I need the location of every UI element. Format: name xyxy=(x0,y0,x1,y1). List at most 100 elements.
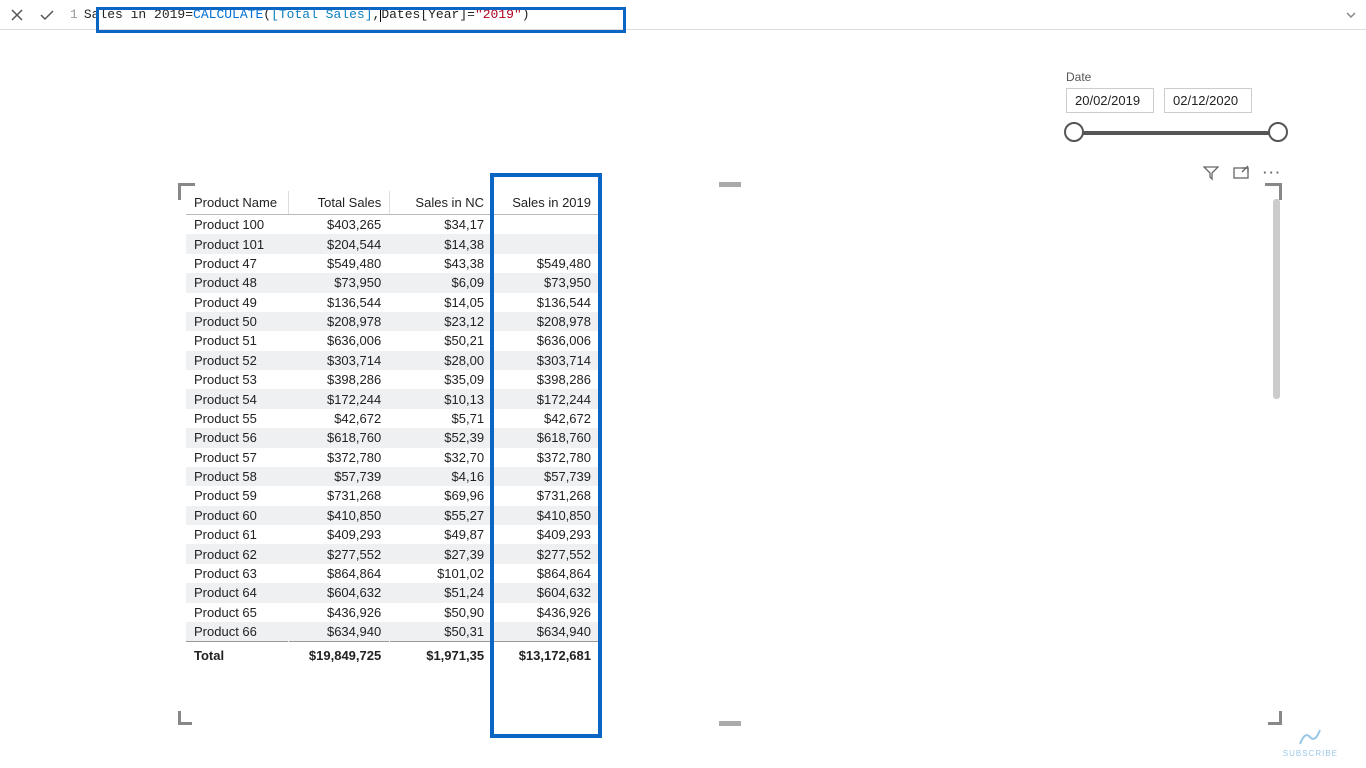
table-row[interactable]: Product 63$864,864$101,02$864,864 xyxy=(186,564,600,583)
table-row[interactable]: Product 61$409,293$49,87$409,293 xyxy=(186,525,600,544)
resize-handle-bottom[interactable] xyxy=(719,721,741,726)
cell-total: $208,978 xyxy=(289,312,390,331)
cell-product: Product 57 xyxy=(186,448,289,467)
slicer-start-date-input[interactable]: 20/02/2019 xyxy=(1066,88,1154,113)
cell-product: Product 51 xyxy=(186,331,289,350)
cell-2019 xyxy=(493,215,600,235)
cell-2019 xyxy=(493,234,600,253)
cell-2019: $410,850 xyxy=(493,506,600,525)
cell-nc: $10,13 xyxy=(390,389,493,408)
date-slider-handle-start[interactable] xyxy=(1064,122,1084,142)
subscribe-watermark: SUBSCRIBE xyxy=(1283,727,1338,758)
table-row[interactable]: Product 59$731,268$69,96$731,268 xyxy=(186,486,600,505)
data-table: Product Name Total Sales Sales in NC Sal… xyxy=(186,191,600,669)
cell-nc: $34,17 xyxy=(390,215,493,235)
cell-product: Product 101 xyxy=(186,234,289,253)
cell-2019: $42,672 xyxy=(493,409,600,428)
col-header-sales-nc[interactable]: Sales in NC xyxy=(390,191,493,215)
cell-total: $42,672 xyxy=(289,409,390,428)
col-header-product[interactable]: Product Name xyxy=(186,191,289,215)
table-row[interactable]: Product 49$136,544$14,05$136,544 xyxy=(186,293,600,312)
table-row[interactable]: Product 65$436,926$50,90$436,926 xyxy=(186,603,600,622)
cell-2019: $604,632 xyxy=(493,583,600,602)
table-row[interactable]: Product 47$549,480$43,38$549,480 xyxy=(186,254,600,273)
table-row[interactable]: Product 64$604,632$51,24$604,632 xyxy=(186,583,600,602)
vertical-scrollbar[interactable] xyxy=(1273,199,1280,399)
table-row[interactable]: Product 56$618,760$52,39$618,760 xyxy=(186,428,600,447)
slicer-end-date-input[interactable]: 02/12/2020 xyxy=(1164,88,1252,113)
focus-mode-icon[interactable] xyxy=(1233,165,1249,184)
table-row[interactable]: Product 62$277,552$27,39$277,552 xyxy=(186,544,600,563)
table-row[interactable]: Product 48$73,950$6,09$73,950 xyxy=(186,273,600,292)
formula-line-number: 1 xyxy=(70,7,78,22)
cell-nc: $4,16 xyxy=(390,467,493,486)
cell-nc: $14,38 xyxy=(390,234,493,253)
cell-2019: $57,739 xyxy=(493,467,600,486)
table-row[interactable]: Product 60$410,850$55,27$410,850 xyxy=(186,506,600,525)
cell-product: Product 50 xyxy=(186,312,289,331)
cell-2019: $409,293 xyxy=(493,525,600,544)
cell-product: Product 52 xyxy=(186,351,289,370)
cell-2019: $636,006 xyxy=(493,331,600,350)
table-row[interactable]: Product 53$398,286$35,09$398,286 xyxy=(186,370,600,389)
table-row[interactable]: Product 50$208,978$23,12$208,978 xyxy=(186,312,600,331)
table-row[interactable]: Product 58$57,739$4,16$57,739 xyxy=(186,467,600,486)
cell-nc: $43,38 xyxy=(390,254,493,273)
more-options-icon[interactable]: ··· xyxy=(1263,165,1282,184)
totals-nc: $1,971,35 xyxy=(390,642,493,670)
table-visual[interactable]: Product Name Total Sales Sales in NC Sal… xyxy=(180,185,1280,723)
cancel-formula-button[interactable] xyxy=(6,4,28,26)
table-row[interactable]: Product 100$403,265$34,17 xyxy=(186,215,600,235)
cell-2019: $372,780 xyxy=(493,448,600,467)
formula-input[interactable]: 1 Sales in 2019 = CALCULATE ( [Total Sal… xyxy=(66,3,1334,27)
slicer-field-label: Date xyxy=(1066,70,1286,84)
col-header-total-sales[interactable]: Total Sales xyxy=(289,191,390,215)
cell-product: Product 48 xyxy=(186,273,289,292)
table-row[interactable]: Product 101$204,544$14,38 xyxy=(186,234,600,253)
cell-total: $636,006 xyxy=(289,331,390,350)
resize-handle-top[interactable] xyxy=(719,182,741,187)
expand-formula-button[interactable] xyxy=(1342,9,1360,21)
filter-icon[interactable] xyxy=(1203,165,1219,184)
cell-total: $398,286 xyxy=(289,370,390,389)
date-slider-track[interactable] xyxy=(1074,131,1278,135)
cell-total: $73,950 xyxy=(289,273,390,292)
date-slider-handle-end[interactable] xyxy=(1268,122,1288,142)
table-row[interactable]: Product 51$636,006$50,21$636,006 xyxy=(186,331,600,350)
cell-2019: $277,552 xyxy=(493,544,600,563)
cell-nc: $50,31 xyxy=(390,622,493,642)
table-row[interactable]: Product 57$372,780$32,70$372,780 xyxy=(186,448,600,467)
cell-product: Product 64 xyxy=(186,583,289,602)
cell-2019: $634,940 xyxy=(493,622,600,642)
cell-product: Product 47 xyxy=(186,254,289,273)
cell-product: Product 100 xyxy=(186,215,289,235)
cell-2019: $303,714 xyxy=(493,351,600,370)
table-row[interactable]: Product 52$303,714$28,00$303,714 xyxy=(186,351,600,370)
table-row[interactable]: Product 55$42,672$5,71$42,672 xyxy=(186,409,600,428)
totals-2019: $13,172,681 xyxy=(493,642,600,670)
cell-total: $410,850 xyxy=(289,506,390,525)
cell-total: $634,940 xyxy=(289,622,390,642)
report-canvas[interactable]: Date 20/02/2019 02/12/2020 ··· xyxy=(0,30,1366,768)
cell-nc: $69,96 xyxy=(390,486,493,505)
cell-2019: $618,760 xyxy=(493,428,600,447)
date-slicer[interactable]: Date 20/02/2019 02/12/2020 xyxy=(1066,70,1286,135)
cell-2019: $549,480 xyxy=(493,254,600,273)
cell-product: Product 62 xyxy=(186,544,289,563)
cell-total: $409,293 xyxy=(289,525,390,544)
cell-total: $403,265 xyxy=(289,215,390,235)
table-row[interactable]: Product 54$172,244$10,13$172,244 xyxy=(186,389,600,408)
cell-total: $303,714 xyxy=(289,351,390,370)
commit-formula-button[interactable] xyxy=(36,4,58,26)
cell-product: Product 59 xyxy=(186,486,289,505)
table-row[interactable]: Product 66$634,940$50,31$634,940 xyxy=(186,622,600,642)
cell-total: $604,632 xyxy=(289,583,390,602)
cell-2019: $864,864 xyxy=(493,564,600,583)
cell-2019: $208,978 xyxy=(493,312,600,331)
cell-nc: $6,09 xyxy=(390,273,493,292)
totals-label: Total xyxy=(186,642,289,670)
cell-total: $136,544 xyxy=(289,293,390,312)
cell-total: $372,780 xyxy=(289,448,390,467)
cell-product: Product 49 xyxy=(186,293,289,312)
col-header-sales-2019[interactable]: Sales in 2019 xyxy=(493,191,600,215)
